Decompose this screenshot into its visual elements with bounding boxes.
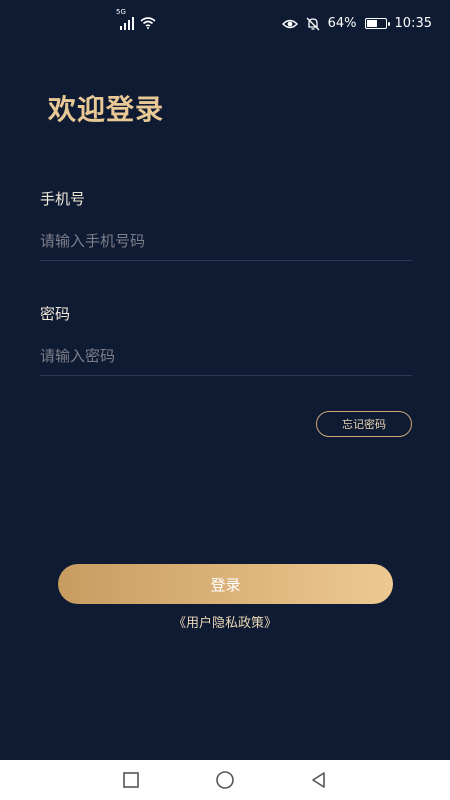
eye-icon xyxy=(281,18,298,30)
phone-input[interactable] xyxy=(40,222,412,261)
password-label: 密码 xyxy=(40,305,71,323)
recent-apps-icon[interactable] xyxy=(120,769,142,791)
forgot-password-button[interactable]: 忘记密码 xyxy=(316,411,412,437)
clock: 10:35 xyxy=(394,16,432,31)
status-bar: 5G 64% 10:35 xyxy=(0,0,450,52)
battery-percent: 64% xyxy=(327,16,357,31)
page-title: 欢迎登录 xyxy=(48,93,165,126)
back-icon[interactable] xyxy=(308,769,330,791)
battery-icon xyxy=(364,18,390,29)
mute-icon xyxy=(306,17,320,31)
phone-label: 手机号 xyxy=(40,190,86,208)
wifi-icon xyxy=(140,17,156,29)
network-type: 5G xyxy=(116,8,126,16)
navigation-bar xyxy=(0,760,450,800)
signal-icon: 5G xyxy=(116,8,134,30)
login-screen: 5G 64% 10:35 欢迎登录 手机号 请输入手机号码 密码 忘记密码 登录… xyxy=(0,0,450,760)
login-button[interactable]: 登录 xyxy=(58,564,393,604)
home-icon[interactable] xyxy=(214,769,236,791)
privacy-policy-link[interactable]: 《用户隐私政策》 xyxy=(0,612,450,631)
status-right: 64% 10:35 xyxy=(281,16,432,31)
status-left: 5G xyxy=(116,8,156,30)
password-input[interactable] xyxy=(40,337,412,376)
